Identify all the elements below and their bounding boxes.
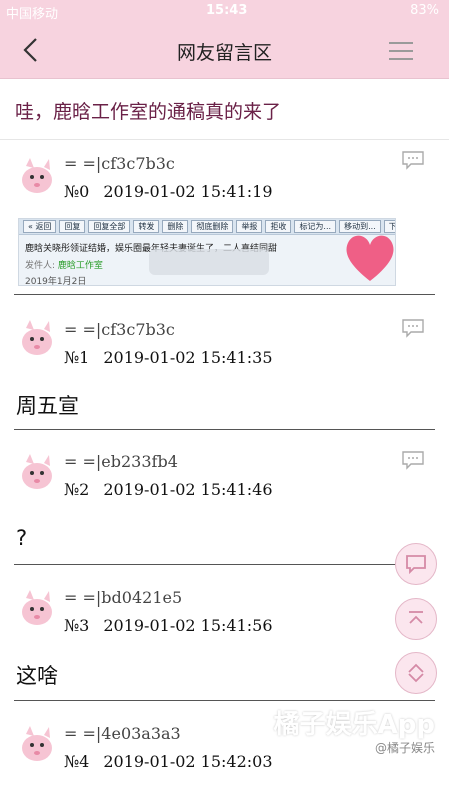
reply-icon[interactable]	[401, 450, 425, 470]
comment-time: 2019-01-02 15:41:56	[103, 616, 273, 635]
pink-creature-avatar-icon[interactable]	[16, 154, 56, 196]
comment-icon	[406, 555, 426, 575]
status-bar: 中国移动 15:43 83%	[0, 0, 449, 22]
comment-meta: №3 2019-01-02 15:41:56	[64, 616, 273, 635]
comment-text: 这啥	[16, 664, 58, 688]
divider	[14, 700, 435, 701]
nav-bar: 网友留言区	[0, 22, 449, 79]
divider	[14, 294, 435, 295]
hamburger-menu-icon[interactable]	[389, 42, 413, 60]
comment-user-id: = =|cf3c7b3c	[64, 320, 175, 339]
comment-meta: №1 2019-01-02 15:41:35	[64, 348, 273, 367]
comment-time: 2019-01-02 15:41:35	[103, 348, 273, 367]
comment-meta: №2 2019-01-02 15:41:46	[64, 480, 273, 499]
floor-number: №3	[64, 616, 90, 635]
comment-item: = =|eb233fb4 №2 2019-01-02 15:41:46 ?	[14, 438, 435, 574]
heart-sticker-icon	[346, 235, 394, 281]
topic-title: 哇，鹿晗工作室的通稿真的来了	[0, 79, 449, 140]
comment-fab-button[interactable]	[395, 543, 437, 585]
comment-time: 2019-01-02 15:41:19	[103, 182, 273, 201]
comment-text: ?	[16, 526, 28, 550]
pink-creature-avatar-icon[interactable]	[16, 722, 56, 764]
reply-icon[interactable]	[401, 150, 425, 170]
comment-meta: №4 2019-01-02 15:42:03	[64, 752, 273, 771]
comment-time: 2019-01-02 15:41:46	[103, 480, 273, 499]
attached-email-screenshot[interactable]: « 返回回复回复全部转发删除彻底删除举报拒收标记为...移动到...下一封 鹿晗…	[18, 218, 396, 286]
refresh-button[interactable]	[395, 652, 437, 694]
comment-meta: №0 2019-01-02 15:41:19	[64, 182, 273, 201]
page-title: 网友留言区	[176, 42, 272, 64]
blurred-region	[149, 249, 269, 275]
floor-number: №2	[64, 480, 90, 499]
comment-user-id: = =|bd0421e5	[64, 588, 183, 607]
reply-icon[interactable]	[401, 318, 425, 338]
comment-user-id: = =|4e03a3a3	[64, 724, 181, 743]
floor-number: №0	[64, 182, 90, 201]
comment-user-id: = =|eb233fb4	[64, 452, 178, 471]
pink-creature-avatar-icon[interactable]	[16, 450, 56, 492]
pink-creature-avatar-icon[interactable]	[16, 586, 56, 628]
watermark-handle: @橘子娱乐	[374, 741, 435, 755]
comment-text: 周五宣	[16, 394, 79, 418]
comment-item: = =|bd0421e5 №3 2019-01-02 15:41:56 这啥	[14, 574, 435, 710]
floor-number: №4	[64, 752, 90, 771]
comment-time: 2019-01-02 15:42:03	[103, 752, 273, 771]
refresh-icon	[408, 663, 424, 683]
scroll-top-button[interactable]	[395, 598, 437, 640]
divider	[14, 429, 435, 430]
comment-item: = =|cf3c7b3c №0 2019-01-02 15:41:19 « 返回回…	[14, 140, 435, 304]
watermark: 橘子娱乐App	[273, 710, 435, 740]
clock: 15:43	[206, 3, 248, 18]
pink-creature-avatar-icon[interactable]	[16, 316, 56, 358]
scroll-top-icon	[409, 611, 423, 624]
battery-level: 83%	[410, 3, 439, 18]
email-toolbar: « 返回回复回复全部转发删除彻底删除举报拒收标记为...移动到...下一封	[19, 219, 395, 235]
floor-number: №1	[64, 348, 90, 367]
carrier-label: 中国移动	[6, 7, 59, 22]
comment-item: = =|cf3c7b3c №1 2019-01-02 15:41:35 周五宣	[14, 304, 435, 438]
divider	[14, 564, 435, 565]
comment-user-id: = =|cf3c7b3c	[64, 154, 175, 173]
